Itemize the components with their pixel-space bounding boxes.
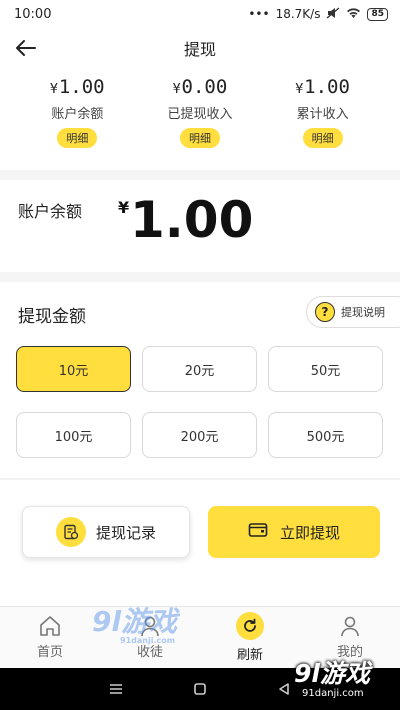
stat-label: 累计收入	[296, 107, 349, 122]
nav-bar: 提现	[0, 30, 400, 66]
withdraw-now-label: 立即提现	[279, 523, 340, 542]
balance-amount: 1.00	[130, 191, 254, 249]
stat-label: 已提现收入	[167, 107, 233, 122]
back-button[interactable]	[12, 34, 40, 62]
stat-withdrawn-income: ¥0.00 已提现收入 明细	[145, 76, 255, 148]
section-divider	[0, 478, 400, 480]
balance-currency: ¥	[118, 198, 130, 217]
amount-options: 10元 20元 50元 100元 200元 500元	[16, 346, 384, 458]
tab-refresh[interactable]: 刷新	[200, 607, 300, 668]
tab-mine[interactable]: 我的	[300, 607, 400, 668]
page-title: 提现	[183, 40, 216, 59]
detail-button[interactable]: 明细	[302, 128, 343, 148]
status-bar: 10:00 ••• 18.7K/s 85	[0, 0, 400, 28]
withdraw-record-button[interactable]: 提现记录	[22, 506, 190, 558]
action-buttons: 提现记录 立即提现	[0, 506, 400, 558]
tab-apprentice[interactable]: 收徒	[100, 607, 200, 668]
home-square-icon[interactable]	[193, 682, 207, 696]
amount-option-50[interactable]: 50元	[268, 346, 383, 392]
withdraw-amount-section: 提现金额 ? 提现说明 10元 20元 50元 100元 200元 500元	[0, 282, 400, 477]
home-icon	[40, 616, 60, 636]
back-arrow-icon	[16, 40, 36, 56]
amount-option-200[interactable]: 200元	[142, 412, 257, 458]
battery-icon: 85	[367, 7, 388, 21]
detail-button[interactable]: 明细	[57, 128, 98, 148]
apprentice-icon	[141, 616, 159, 637]
withdraw-help-label: 提现说明	[341, 306, 385, 319]
tab-label: 首页	[36, 645, 63, 660]
section-divider	[0, 170, 400, 180]
wallet-icon	[248, 522, 268, 542]
stat-value: ¥1.00	[50, 76, 105, 98]
network-speed: 18.7K/s	[275, 7, 321, 21]
balance-section: 账户余额 ¥ 1.00	[0, 180, 400, 272]
withdraw-amount-title: 提现金额	[18, 307, 86, 327]
stat-value: ¥1.00	[295, 76, 350, 98]
section-divider	[0, 272, 400, 282]
question-icon: ?	[315, 302, 335, 322]
tab-bar: 首页 收徒 刷新 我的	[0, 606, 400, 668]
tab-label: 收徒	[136, 645, 163, 660]
stat-total-income: ¥1.00 累计收入 明细	[268, 76, 378, 148]
stat-account-balance: ¥1.00 账户余额 明细	[22, 76, 132, 148]
status-time: 10:00	[14, 6, 52, 22]
stat-label: 账户余额	[51, 107, 104, 122]
back-triangle-icon[interactable]	[277, 682, 291, 696]
amount-option-20[interactable]: 20元	[142, 346, 257, 392]
detail-button[interactable]: 明细	[179, 128, 220, 148]
menu-icon[interactable]	[109, 683, 123, 695]
withdraw-help-button[interactable]: ? 提现说明	[306, 296, 400, 328]
refresh-icon	[236, 612, 264, 640]
status-dots: •••	[248, 7, 270, 21]
stats-row: ¥1.00 账户余额 明细 ¥0.00 已提现收入 明细 ¥1.00 累计收入 …	[0, 76, 400, 148]
system-nav-bar	[0, 668, 400, 710]
amount-option-10[interactable]: 10元	[16, 346, 131, 392]
user-icon	[341, 616, 359, 637]
wifi-icon	[346, 7, 361, 22]
withdraw-record-label: 提现记录	[95, 523, 156, 542]
tab-home[interactable]: 首页	[0, 607, 100, 668]
amount-option-100[interactable]: 100元	[16, 412, 131, 458]
status-icons: ••• 18.7K/s 85	[248, 7, 388, 22]
amount-option-500[interactable]: 500元	[268, 412, 383, 458]
withdraw-now-button[interactable]: 立即提现	[208, 506, 380, 558]
record-icon	[55, 517, 86, 547]
balance-label: 账户余额	[18, 202, 83, 221]
mute-icon	[326, 7, 340, 22]
stat-value: ¥0.00	[172, 76, 228, 98]
tab-label: 刷新	[236, 648, 263, 663]
tab-label: 我的	[336, 645, 363, 660]
